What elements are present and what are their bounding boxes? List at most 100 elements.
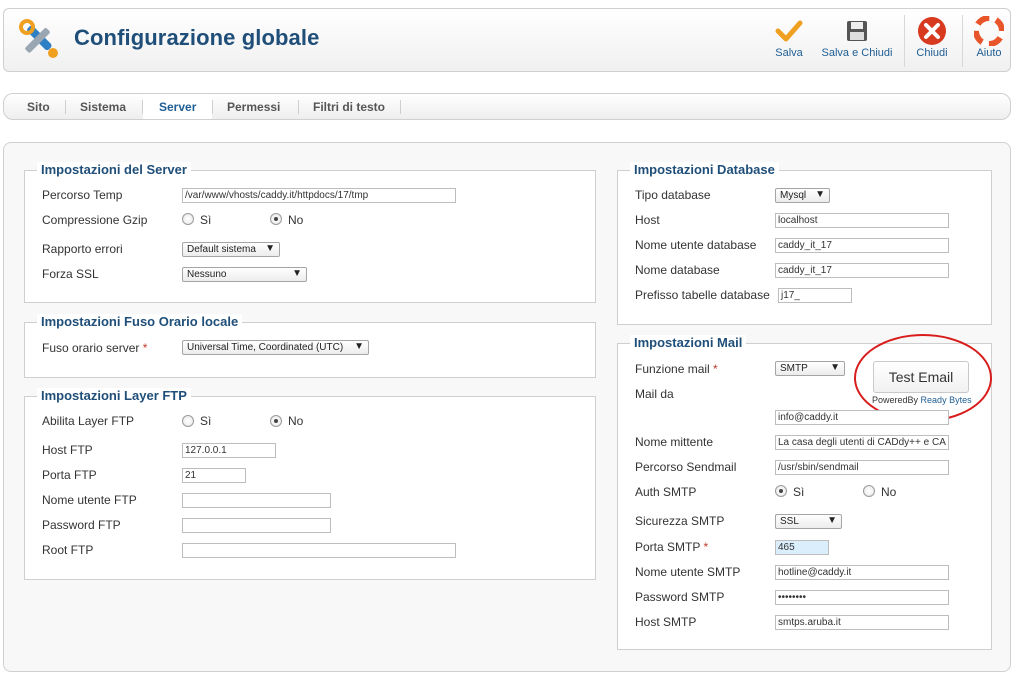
- save-and-close-label: Salva e Chiudi: [821, 47, 893, 59]
- db-name-label: Nome database: [635, 263, 720, 277]
- help-label: Aiuto: [976, 47, 1002, 59]
- ftp-enable-yes-label: Sì: [200, 414, 212, 428]
- server-settings-fieldset: Impostazioni del Server Percorso Temp /v…: [24, 162, 596, 303]
- save-icon: [819, 15, 895, 47]
- ftp-user-label: Nome utente FTP: [42, 493, 137, 507]
- sendmail-path-input[interactable]: /usr/sbin/sendmail: [775, 460, 949, 475]
- timezone-legend: Impostazioni Fuso Orario locale: [37, 314, 243, 329]
- required-marker: *: [713, 362, 718, 376]
- smtp-auth-label: Auth SMTP: [635, 485, 697, 499]
- mail-from-label: Mail da: [635, 387, 674, 401]
- ftp-port-label: Porta FTP: [42, 468, 97, 482]
- mail-function-label-text: Funzione mail: [635, 362, 710, 376]
- settings-panel: Impostazioni del Server Percorso Temp /v…: [3, 142, 1011, 672]
- mail-function-label: Funzione mail *: [635, 362, 718, 376]
- mail-function-value: SMTP: [780, 363, 808, 374]
- ftp-root-input[interactable]: [182, 543, 456, 558]
- dropdown-arrow-icon: ▼: [830, 362, 840, 373]
- gzip-yes-radio[interactable]: [182, 213, 194, 225]
- db-type-select[interactable]: Mysql ▼: [775, 188, 830, 203]
- temp-path-label: Percorso Temp: [42, 188, 123, 202]
- mail-legend: Impostazioni Mail: [630, 335, 747, 350]
- gzip-yes-label: Sì: [200, 213, 212, 227]
- tab-filtri-di-testo[interactable]: Filtri di testo: [313, 100, 385, 114]
- close-button[interactable]: Chiudi: [912, 15, 952, 59]
- required-marker: *: [703, 540, 709, 554]
- smtp-password-input[interactable]: ••••••••: [775, 590, 949, 605]
- db-host-input[interactable]: localhost: [775, 213, 949, 228]
- save-label: Salva: [775, 47, 803, 59]
- smtp-host-input[interactable]: smtps.aruba.it: [775, 615, 949, 630]
- highlight-ellipse: [854, 334, 992, 422]
- dropdown-arrow-icon: ▼: [815, 189, 825, 200]
- error-reporting-label: Rapporto errori: [42, 242, 123, 256]
- page-title: Configurazione globale: [74, 25, 320, 50]
- ftp-host-label: Host FTP: [42, 443, 93, 457]
- save-button[interactable]: Salva: [769, 15, 809, 59]
- ftp-password-input[interactable]: [182, 518, 331, 533]
- timezone-value: Universal Time, Coordinated (UTC): [187, 342, 344, 353]
- header-toolbar: Configurazione globale Salva Salva e Chi…: [3, 8, 1011, 72]
- smtp-security-select[interactable]: SSL ▼: [775, 514, 842, 529]
- smtp-user-input[interactable]: hotline@caddy.it: [775, 565, 949, 580]
- ftp-password-label: Password FTP: [42, 518, 121, 532]
- ftp-enable-yes-radio[interactable]: [182, 415, 194, 427]
- ftp-fieldset: Impostazioni Layer FTP Abilita Layer FTP…: [24, 388, 596, 580]
- temp-path-input[interactable]: /var/www/vhosts/caddy.it/httpdocs/17/tmp: [182, 188, 456, 203]
- tab-permessi[interactable]: Permessi: [227, 100, 280, 114]
- check-icon: [769, 15, 809, 47]
- timezone-select[interactable]: Universal Time, Coordinated (UTC) ▼: [182, 340, 369, 355]
- db-prefix-input[interactable]: j17_: [778, 288, 852, 303]
- force-ssl-select[interactable]: Nessuno ▼: [182, 267, 307, 282]
- db-host-label: Host: [635, 213, 660, 227]
- force-ssl-label: Forza SSL: [42, 267, 99, 281]
- ftp-enable-label: Abilita Layer FTP: [42, 414, 135, 428]
- smtp-port-label: Porta SMTP *: [635, 540, 708, 554]
- error-reporting-select[interactable]: Default sistema ▼: [182, 242, 280, 257]
- dropdown-arrow-icon: ▼: [265, 243, 275, 254]
- save-and-close-button[interactable]: Salva e Chiudi: [819, 15, 895, 59]
- smtp-port-input[interactable]: 465: [775, 540, 829, 555]
- gzip-no-label: No: [288, 213, 304, 227]
- timezone-fieldset: Impostazioni Fuso Orario locale Fuso ora…: [24, 314, 596, 378]
- close-label: Chiudi: [916, 47, 948, 59]
- mail-sender-label: Nome mittente: [635, 435, 714, 449]
- database-legend: Impostazioni Database: [630, 162, 779, 177]
- dropdown-arrow-icon: ▼: [827, 515, 837, 526]
- db-user-input[interactable]: caddy_it_17: [775, 238, 949, 253]
- db-user-label: Nome utente database: [635, 238, 757, 252]
- tabs-bar: Sito Sistema Server Permessi Filtri di t…: [3, 93, 1011, 120]
- ftp-legend: Impostazioni Layer FTP: [37, 388, 191, 403]
- tab-sistema[interactable]: Sistema: [80, 100, 126, 114]
- ftp-enable-no-label: No: [288, 414, 304, 428]
- error-reporting-value: Default sistema: [187, 244, 256, 255]
- mail-from-input[interactable]: info@caddy.it: [775, 410, 949, 425]
- ftp-port-input[interactable]: 21: [182, 468, 246, 483]
- sendmail-path-label: Percorso Sendmail: [635, 460, 737, 474]
- required-marker: *: [142, 341, 148, 355]
- close-icon: [912, 15, 952, 47]
- dropdown-arrow-icon: ▼: [292, 268, 302, 279]
- database-fieldset: Impostazioni Database Tipo database Mysq…: [617, 162, 992, 325]
- db-name-input[interactable]: caddy_it_17: [775, 263, 949, 278]
- mail-sender-input[interactable]: La casa degli utenti di CADdy++ e CA: [775, 435, 949, 450]
- smtp-auth-no-label: No: [881, 485, 897, 499]
- tools-icon: [17, 17, 63, 63]
- smtp-auth-no-radio[interactable]: [863, 485, 875, 497]
- smtp-auth-yes-radio[interactable]: [775, 485, 787, 497]
- tab-server[interactable]: Server: [159, 100, 196, 114]
- smtp-port-label-text: Porta SMTP: [635, 540, 701, 554]
- mail-function-select[interactable]: SMTP ▼: [775, 361, 845, 376]
- tab-sito[interactable]: Sito: [27, 100, 50, 114]
- help-button[interactable]: Aiuto: [969, 15, 1009, 59]
- help-icon: [969, 15, 1009, 47]
- gzip-label: Compressione Gzip: [42, 213, 148, 227]
- ftp-root-label: Root FTP: [42, 543, 94, 557]
- ftp-enable-no-radio[interactable]: [270, 415, 282, 427]
- ftp-user-input[interactable]: [182, 493, 331, 508]
- db-type-value: Mysql: [780, 190, 807, 201]
- ftp-host-input[interactable]: 127.0.0.1: [182, 443, 276, 458]
- dropdown-arrow-icon: ▼: [354, 341, 364, 352]
- gzip-no-radio[interactable]: [270, 213, 282, 225]
- smtp-security-label: Sicurezza SMTP: [635, 514, 725, 528]
